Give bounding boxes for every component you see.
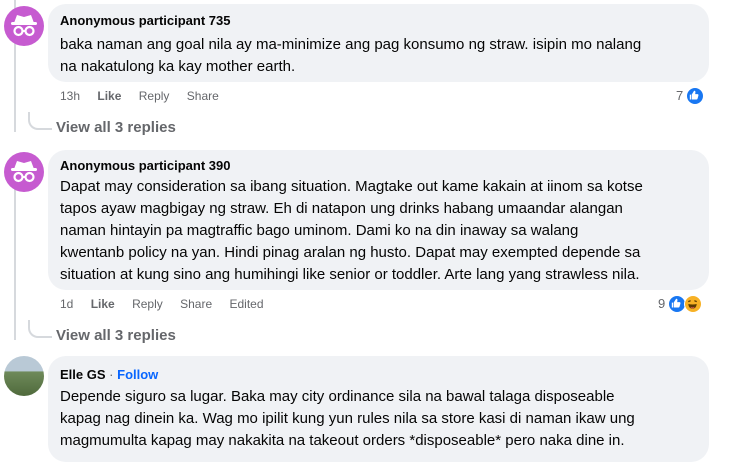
comment-timestamp[interactable]: 1d: [60, 297, 73, 311]
follow-button[interactable]: Follow: [117, 367, 158, 382]
haha-reaction-icon[interactable]: [684, 295, 702, 313]
reply-button[interactable]: Reply: [139, 89, 170, 103]
reply-connector: [28, 112, 52, 130]
like-button[interactable]: Like: [91, 297, 115, 311]
comment-author-line: Elle GS · Follow: [60, 367, 158, 382]
comment-timestamp[interactable]: 13h: [60, 89, 80, 103]
comment-text: baka naman ang goal nila ay ma-minimize …: [60, 36, 642, 75]
user-avatar[interactable]: [4, 356, 44, 396]
comment-actions: 1d Like Reply Share Edited: [60, 297, 278, 311]
like-button[interactable]: Like: [97, 89, 121, 103]
anonymous-avatar-icon[interactable]: [4, 6, 44, 46]
comment-bubble: Elle GS · Follow Depende siguro sa lugar…: [48, 356, 709, 462]
comment-text: Dapat may consideration sa ibang situati…: [60, 178, 643, 283]
reply-button[interactable]: Reply: [132, 297, 163, 311]
separator-dot: ·: [109, 367, 114, 382]
reaction-count[interactable]: 9: [658, 296, 665, 311]
share-button[interactable]: Share: [187, 89, 219, 103]
comment-actions: 13h Like Reply Share: [60, 89, 233, 103]
comment-author[interactable]: Anonymous participant 390: [60, 158, 230, 173]
like-reaction-icon[interactable]: [686, 87, 704, 105]
view-replies-link[interactable]: View all 3 replies: [56, 327, 176, 344]
comment-author[interactable]: Anonymous participant 735: [60, 13, 230, 28]
share-button[interactable]: Share: [180, 297, 212, 311]
comment-author[interactable]: Elle GS: [60, 367, 106, 382]
reply-connector: [28, 320, 52, 338]
comment-bubble: Anonymous participant 735 baka naman ang…: [48, 4, 709, 82]
edited-label: Edited: [229, 297, 264, 311]
reaction-count[interactable]: 7: [676, 88, 683, 103]
comment-bubble: Anonymous participant 390 Dapat may cons…: [48, 150, 709, 290]
view-replies-link[interactable]: View all 3 replies: [56, 119, 176, 136]
thread-rail-middle: [14, 188, 16, 340]
anonymous-avatar-icon[interactable]: [4, 152, 44, 192]
comment-text: Depende siguro sa lugar. Baka may city o…: [60, 388, 635, 449]
